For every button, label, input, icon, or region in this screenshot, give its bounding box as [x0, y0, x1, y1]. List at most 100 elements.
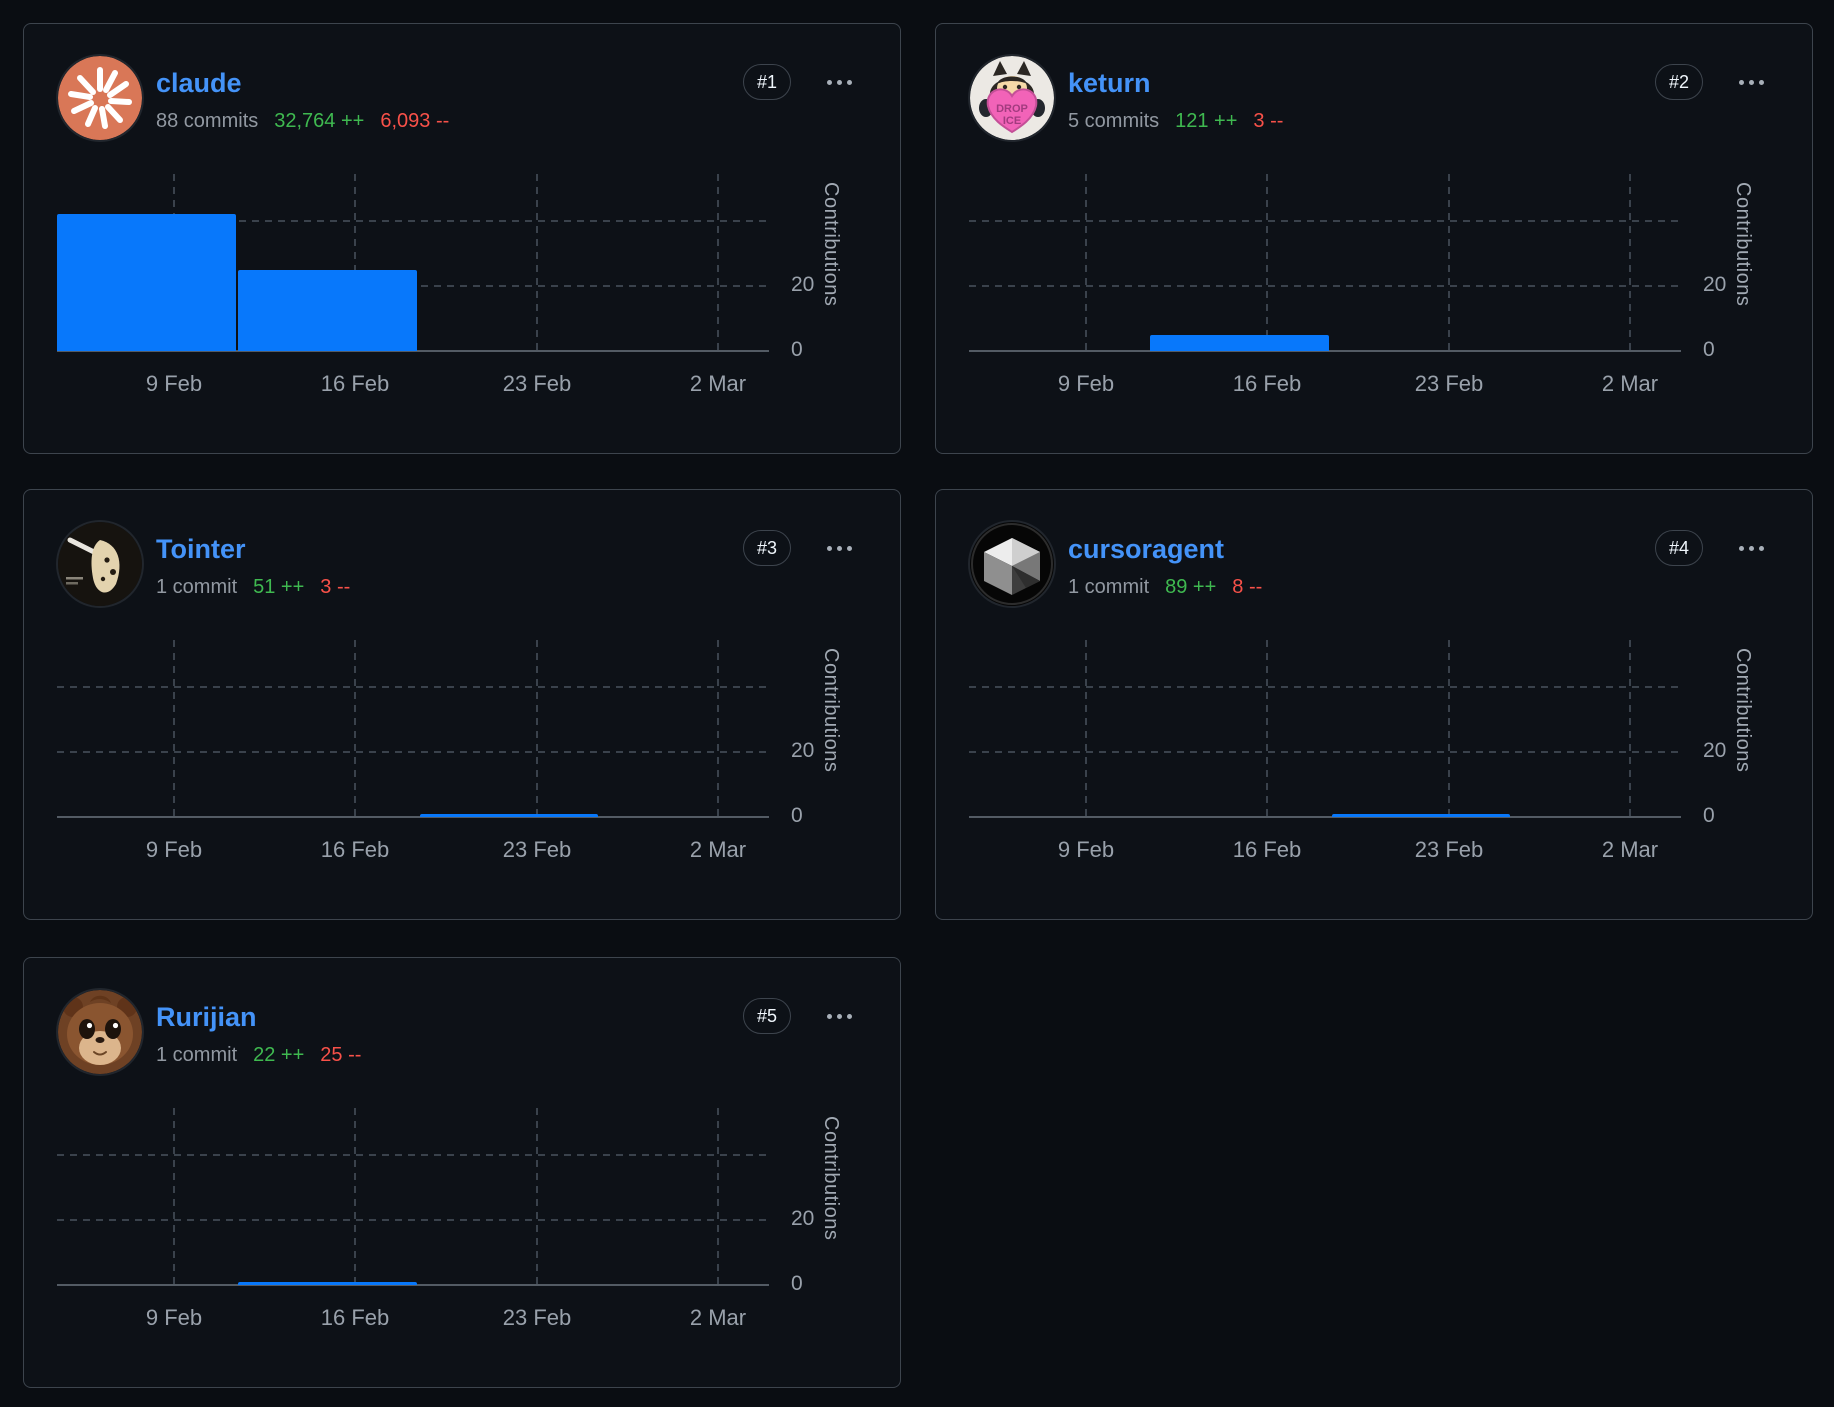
rank-badge: #2 [1654, 64, 1703, 100]
contribution-bar[interactable] [1150, 334, 1330, 351]
y-gridline [969, 219, 1681, 222]
x-tick-label: 2 Mar [689, 837, 747, 862]
commit-count: 1 commit [156, 576, 238, 598]
x-gridline [354, 1108, 356, 1285]
dark-photo-avatar-icon [58, 522, 142, 606]
x-tick-label: 23 Feb [1414, 371, 1484, 396]
x-tick-label: 16 Feb [1232, 837, 1302, 862]
contributor-username-link[interactable]: cursoragent [1068, 534, 1224, 565]
x-gridline [1629, 640, 1631, 817]
y-axis-title: Contributions [820, 182, 842, 307]
contributions-chart: 9 Feb 16 Feb 23 Feb 2 Mar 20 0 Contributions [57, 154, 842, 396]
x-tick-label: 23 Feb [1414, 837, 1484, 862]
y-tick-label: 20 [791, 1206, 815, 1230]
x-gridline [173, 640, 175, 817]
x-axis-line [57, 816, 769, 818]
rank-badge: #1 [742, 64, 791, 100]
cursoragent-avatar[interactable] [970, 522, 1054, 606]
y-tick-label: 20 [1703, 738, 1727, 762]
y-axis-title: Contributions [1732, 648, 1754, 773]
svg-text:DROP: DROP [996, 103, 1028, 115]
y-tick-label: 20 [791, 272, 815, 296]
contributions-chart: 9 Feb 16 Feb 23 Feb 2 Mar 20 0 Contributions [57, 1088, 842, 1330]
kebab-menu-icon[interactable] [825, 1008, 854, 1025]
additions-count: 121 ++ [1175, 110, 1238, 132]
x-gridline [717, 174, 719, 351]
contributor-stats: 1 commit 51 ++ 3 -- [156, 576, 350, 599]
x-gridline [1085, 174, 1087, 351]
additions-count: 89 ++ [1165, 576, 1217, 598]
contributor-stats: 5 commits 121 ++ 3 -- [1068, 110, 1283, 133]
contribution-bar[interactable] [238, 269, 418, 351]
x-tick-label: 23 Feb [502, 837, 572, 862]
contributor-card: Rurijian 1 commit 22 ++ 25 -- #5 9 Feb 16… [23, 957, 901, 1388]
y-gridline [57, 685, 769, 688]
contributor-stats: 1 commit 22 ++ 25 -- [156, 1044, 361, 1067]
svg-text:ICE: ICE [1003, 115, 1021, 127]
x-tick-label: 23 Feb [502, 1305, 572, 1330]
contributor-card: Tointer 1 commit 51 ++ 3 -- #3 9 Feb 16 F… [23, 489, 901, 920]
additions-count: 32,764 ++ [274, 110, 365, 132]
contribution-bar[interactable] [1331, 813, 1511, 817]
claude-avatar[interactable] [58, 56, 142, 140]
x-tick-label: 16 Feb [320, 1305, 390, 1330]
x-gridline [536, 174, 538, 351]
y-tick-label: 0 [791, 1272, 803, 1295]
y-tick-label: 20 [1703, 272, 1727, 296]
commit-count: 88 commits [156, 110, 259, 132]
y-gridline [57, 750, 769, 753]
x-gridline [173, 1108, 175, 1285]
x-tick-label: 16 Feb [320, 837, 390, 862]
x-tick-label: 2 Mar [689, 1305, 747, 1330]
contribution-bar[interactable] [57, 214, 236, 351]
rank-badge: #3 [742, 530, 791, 566]
contributor-stats: 1 commit 89 ++ 8 -- [1068, 576, 1262, 599]
additions-count: 22 ++ [253, 1044, 305, 1066]
contributor-username-link[interactable]: Rurijian [156, 1002, 257, 1033]
x-gridline [717, 1108, 719, 1285]
y-tick-label: 0 [1703, 804, 1715, 827]
x-tick-label: 16 Feb [320, 371, 390, 396]
kebab-menu-icon[interactable] [1737, 74, 1766, 91]
kebab-menu-icon[interactable] [1737, 540, 1766, 557]
chipmunk-face-icon [58, 990, 142, 1074]
x-gridline [1266, 640, 1268, 817]
deletions-count: 3 -- [1253, 110, 1284, 132]
x-gridline [1629, 174, 1631, 351]
x-gridline [1448, 174, 1450, 351]
x-tick-label: 9 Feb [145, 371, 203, 396]
x-tick-label: 9 Feb [1057, 837, 1115, 862]
contributor-username-link[interactable]: keturn [1068, 68, 1151, 99]
y-axis-title: Contributions [1732, 182, 1754, 307]
contributor-username-link[interactable]: Tointer [156, 534, 246, 565]
keturn-avatar[interactable]: DROP ICE [970, 56, 1054, 140]
deletions-count: 8 -- [1232, 576, 1263, 598]
commit-count: 1 commit [156, 1044, 238, 1066]
y-gridline [57, 1153, 769, 1156]
x-gridline [354, 640, 356, 817]
x-gridline [1266, 174, 1268, 351]
x-gridline [1085, 640, 1087, 817]
rank-badge: #5 [742, 998, 791, 1034]
deletions-count: 6,093 -- [380, 110, 450, 132]
x-gridline [717, 640, 719, 817]
y-tick-label: 0 [791, 804, 803, 827]
x-gridline [1448, 640, 1450, 817]
kebab-menu-icon[interactable] [825, 74, 854, 91]
tointer-avatar[interactable] [58, 522, 142, 606]
contributor-username-link[interactable]: claude [156, 68, 242, 99]
contribution-bar[interactable] [238, 1281, 418, 1285]
contributions-chart: 9 Feb 16 Feb 23 Feb 2 Mar 20 0 Contributions [57, 620, 842, 862]
x-gridline [536, 640, 538, 817]
y-tick-label: 0 [791, 338, 803, 361]
x-gridline [536, 1108, 538, 1285]
rurijian-avatar[interactable] [58, 990, 142, 1074]
contribution-bar[interactable] [419, 813, 599, 817]
contributor-card: cursoragent 1 commit 89 ++ 8 -- #4 9 Feb… [935, 489, 1813, 920]
y-tick-label: 20 [791, 738, 815, 762]
kebab-menu-icon[interactable] [825, 540, 854, 557]
contributor-card: DROP ICE keturn 5 commits 121 ++ 3 -- #2… [935, 23, 1813, 454]
x-tick-label: 16 Feb [1232, 371, 1302, 396]
octocat-heart-icon: DROP ICE [970, 56, 1054, 140]
x-tick-label: 9 Feb [145, 837, 203, 862]
